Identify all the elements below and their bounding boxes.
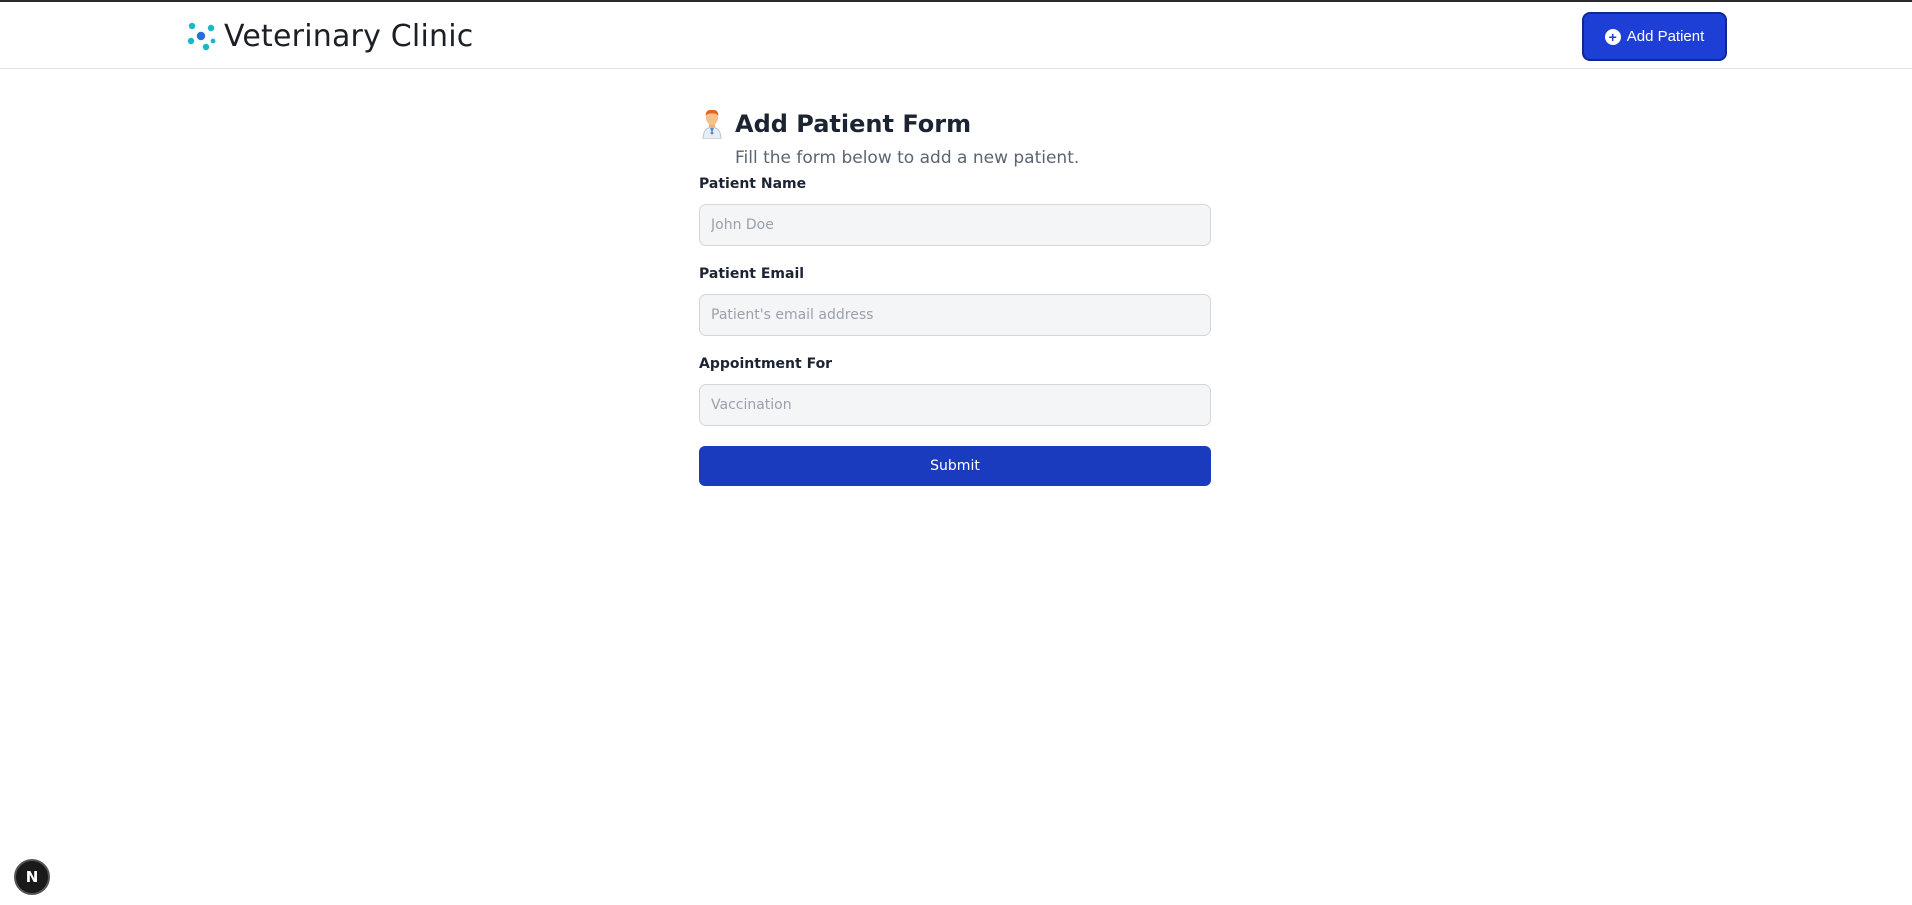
submit-button[interactable]: Submit bbox=[699, 446, 1211, 486]
form-title: Add Patient Form bbox=[735, 110, 972, 138]
add-patient-form: Add Patient Form Fill the form below to … bbox=[699, 104, 1211, 486]
patient-email-label: Patient Email bbox=[699, 266, 805, 282]
plus-circle-icon: + bbox=[1604, 28, 1621, 45]
form-title-row: Add Patient Form bbox=[699, 104, 1211, 144]
patient-name-input[interactable] bbox=[699, 204, 1211, 246]
brand[interactable]: Veterinary Clinic bbox=[186, 16, 473, 56]
patient-name-label: Patient Name bbox=[699, 176, 807, 192]
add-patient-button[interactable]: + Add Patient bbox=[1582, 12, 1727, 61]
appointment-for-label: Appointment For bbox=[699, 356, 833, 372]
form-subtitle: Fill the form below to add a new patient… bbox=[735, 148, 1080, 168]
patient-email-input[interactable] bbox=[699, 294, 1211, 336]
patient-name-field: Patient Name bbox=[699, 176, 1211, 246]
appointment-for-input[interactable] bbox=[699, 384, 1211, 426]
appointment-for-field: Appointment For bbox=[699, 356, 1211, 426]
patient-email-field: Patient Email bbox=[699, 266, 1211, 336]
molecule-dots-icon bbox=[187, 22, 216, 51]
dev-tools-badge[interactable]: N bbox=[14, 859, 50, 895]
app-header: Veterinary Clinic + Add Patient bbox=[0, 2, 1912, 69]
brand-title: Veterinary Clinic bbox=[224, 18, 474, 54]
doctor-emoji-icon bbox=[702, 109, 722, 139]
add-patient-label: Add Patient bbox=[1626, 28, 1705, 45]
